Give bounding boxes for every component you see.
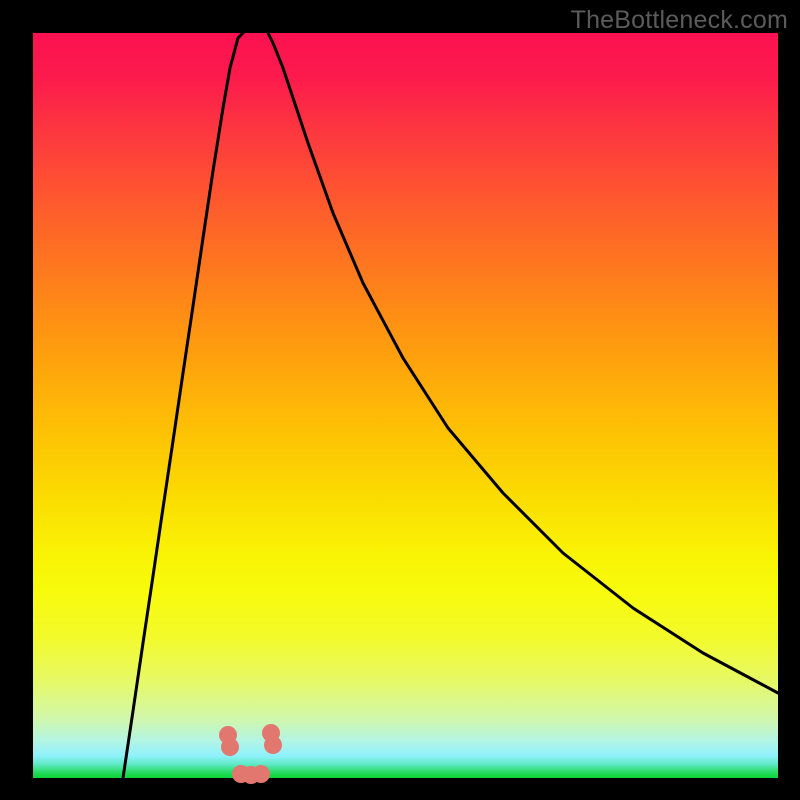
frame: TheBottleneck.com [0, 0, 800, 800]
curve-left-branch [123, 33, 243, 778]
data-point-marker [264, 736, 282, 754]
data-point-marker [252, 765, 270, 783]
chart-svg [33, 33, 778, 778]
data-point-marker [221, 738, 239, 756]
annotation-blobs [219, 724, 282, 784]
watermark-text: TheBottleneck.com [571, 6, 788, 35]
curve-right-branch [268, 33, 778, 693]
plot-area [33, 33, 778, 778]
